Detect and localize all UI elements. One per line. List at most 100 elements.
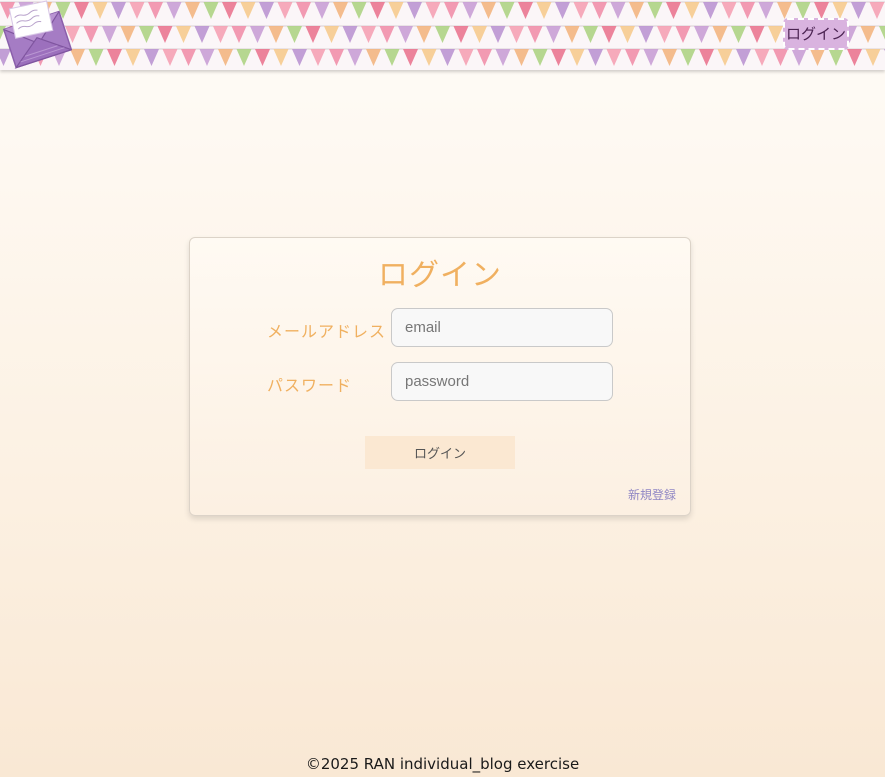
- pennant-flag: [351, 2, 367, 19]
- envelope-logo-icon[interactable]: [0, 0, 72, 70]
- pennant-flag: [347, 49, 363, 66]
- pennant-flag: [250, 26, 265, 43]
- pennant-flag: [703, 2, 718, 19]
- login-title: ログイン: [378, 258, 502, 293]
- pennant-flag: [240, 2, 256, 19]
- pennant-flag: [92, 2, 108, 19]
- pennant-flag: [144, 49, 159, 66]
- login-submit-button[interactable]: ログイン: [365, 436, 515, 469]
- pennant-flag: [384, 49, 400, 66]
- pennant-flag: [181, 49, 196, 66]
- email-label: メールアドレス: [267, 322, 387, 341]
- pennant-flag: [592, 2, 607, 19]
- pennant-flag: [518, 2, 533, 19]
- pennant-flag: [768, 26, 783, 43]
- pennant-flag: [157, 26, 173, 43]
- pennant-flag: [273, 49, 289, 66]
- pennant-flag: [499, 2, 515, 19]
- pennant-flag: [601, 26, 617, 43]
- pennant-flag: [268, 26, 284, 43]
- pennant-flag: [305, 26, 321, 43]
- pennant-flag: [758, 2, 774, 19]
- pennant-flag: [536, 2, 552, 19]
- email-field[interactable]: [391, 308, 613, 347]
- pennant-flag: [222, 2, 237, 19]
- pennant-flag: [458, 49, 474, 66]
- pennant-flag: [680, 49, 696, 66]
- pennant-flag: [625, 49, 640, 66]
- footer-copyright: ©2025 RAN individual_blog exercise: [305, 755, 580, 773]
- pennant-flag: [546, 26, 561, 43]
- pennant-flag: [610, 2, 626, 19]
- header-login-button[interactable]: ログイン: [783, 18, 849, 50]
- pennant-flag: [509, 26, 524, 43]
- pennant-flag: [717, 49, 733, 66]
- pennant-flag: [194, 26, 210, 43]
- pennant-flag: [662, 49, 677, 66]
- pennant-garland: [0, 1, 885, 66]
- pennant-flag: [573, 2, 589, 19]
- pennant-flag: [329, 49, 344, 66]
- pennant-flag: [148, 2, 163, 19]
- pennant-flag: [421, 49, 437, 66]
- pennant-flag: [638, 26, 654, 43]
- pennant-flag: [629, 2, 644, 19]
- pennant-flag: [675, 26, 691, 43]
- pennant-flag: [532, 49, 548, 66]
- pennant-flag: [388, 2, 404, 19]
- pennant-flag: [292, 49, 307, 66]
- pennant-flag: [773, 49, 788, 66]
- pennant-flag: [324, 26, 339, 43]
- pennant-flag: [712, 26, 728, 43]
- pennant-flag: [231, 26, 247, 43]
- pennant-flag: [810, 49, 825, 66]
- pennant-flag: [361, 26, 376, 43]
- pennant-flag: [314, 2, 330, 19]
- password-label: パスワード: [267, 376, 353, 395]
- pennant-flag: [74, 2, 89, 19]
- pennant-flag: [379, 26, 395, 43]
- pennant-flag: [527, 26, 543, 43]
- pennant-flag: [865, 49, 881, 66]
- pennant-flag: [514, 49, 529, 66]
- pennant-flag: [88, 49, 104, 66]
- pennant-flag: [107, 49, 122, 66]
- password-field[interactable]: [391, 362, 613, 401]
- pennant-flag: [403, 49, 418, 66]
- pennant-flag: [287, 26, 302, 43]
- pennant-flag: [699, 49, 714, 66]
- pennant-flag: [588, 49, 603, 66]
- pennant-flag: [472, 26, 487, 43]
- pennant-flag: [569, 49, 585, 66]
- pennant-flag: [462, 2, 478, 19]
- pennant-flag: [721, 2, 737, 19]
- pennant-flag: [259, 2, 274, 19]
- pennant-flag: [666, 2, 681, 19]
- pennant-flag: [129, 2, 145, 19]
- pennant-flag: [453, 26, 469, 43]
- pennant-flag: [83, 26, 99, 43]
- pennant-flag: [791, 49, 807, 66]
- pennant-flag: [847, 49, 862, 66]
- pennant-flag: [435, 26, 450, 43]
- pennant-flag: [832, 2, 848, 19]
- site-header: ログイン: [0, 0, 885, 70]
- pennant-flag: [551, 49, 566, 66]
- pennant-flag: [176, 26, 191, 43]
- pennant-flag: [647, 2, 663, 19]
- pennant-flag: [139, 26, 154, 43]
- pennant-flag: [162, 49, 178, 66]
- pennant-flag: [407, 2, 422, 19]
- pennant-flag: [166, 2, 182, 19]
- register-link[interactable]: 新規登録: [628, 486, 676, 503]
- pennant-flag: [398, 26, 413, 43]
- pennant-flag: [342, 26, 358, 43]
- pennant-flag: [694, 26, 709, 43]
- pennant-flag: [236, 49, 252, 66]
- pennant-flag: [203, 2, 219, 19]
- pennant-flag: [199, 49, 215, 66]
- pennant-flag: [555, 2, 570, 19]
- pennant-flag: [583, 26, 598, 43]
- pennant-flag: [828, 49, 844, 66]
- pennant-flag: [777, 2, 792, 19]
